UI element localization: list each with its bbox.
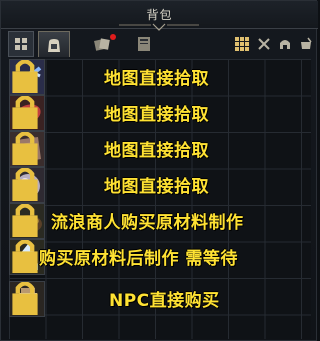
item-source-label: 流浪商人购买原材料制作	[51, 213, 244, 233]
inventory-row: 地图直接拾取	[9, 167, 311, 203]
item-source-label: 购买原材料后制作 需等待	[39, 249, 238, 269]
inventory-window: 背包 地图直接拾取 地图直接拾取 地图直接拾取 地图直接拾取 流浪商人购买原材料…	[0, 0, 318, 341]
item-slot[interactable]	[9, 281, 45, 317]
lock-icon	[12, 204, 38, 237]
tab-book[interactable]	[128, 31, 160, 57]
consumables-filter-button[interactable]	[293, 31, 319, 57]
grid-view-icon	[235, 37, 249, 51]
lock-icon	[12, 96, 38, 129]
cards-icon	[94, 38, 110, 51]
lock-icon	[12, 168, 38, 201]
lock-icon	[12, 240, 38, 273]
inventory-toolbar	[1, 31, 318, 57]
item-source-label: 地图直接拾取	[104, 141, 209, 161]
inventory-row: 地图直接拾取	[9, 59, 311, 95]
lock-icon	[12, 132, 38, 165]
tab-cards[interactable]	[86, 31, 118, 57]
window-title: 背包	[146, 8, 173, 22]
item-slot[interactable]	[9, 131, 45, 167]
crossed-swords-icon	[258, 38, 270, 50]
lock-icon	[12, 60, 38, 93]
item-source-label: NPC直接购买	[109, 291, 220, 311]
inventory-row: 购买原材料后制作 需等待	[9, 239, 311, 275]
item-source-label: 地图直接拾取	[104, 69, 209, 89]
pot-icon	[301, 37, 312, 49]
item-slot[interactable]	[9, 167, 45, 203]
bag-icon	[48, 38, 60, 52]
notification-dot	[110, 34, 116, 40]
title-bar: 背包	[1, 1, 318, 31]
inventory-row: NPC直接购买	[9, 281, 311, 317]
grid-icon	[15, 38, 27, 50]
item-source-label: 地图直接拾取	[104, 177, 209, 197]
inventory-row: 流浪商人购买原材料制作	[9, 203, 311, 239]
item-slot[interactable]	[9, 59, 45, 95]
item-slot[interactable]	[9, 95, 45, 131]
helmet-icon	[280, 40, 290, 49]
tab-bag[interactable]	[38, 31, 70, 57]
inventory-row: 地图直接拾取	[9, 131, 311, 167]
book-icon	[138, 37, 150, 51]
title-ornament-icon	[119, 23, 199, 31]
inventory-row: 地图直接拾取	[9, 95, 311, 131]
item-slot[interactable]	[9, 203, 45, 239]
item-source-label: 地图直接拾取	[104, 105, 209, 125]
grid-toggle-button[interactable]	[8, 31, 34, 57]
lock-icon	[12, 282, 38, 315]
